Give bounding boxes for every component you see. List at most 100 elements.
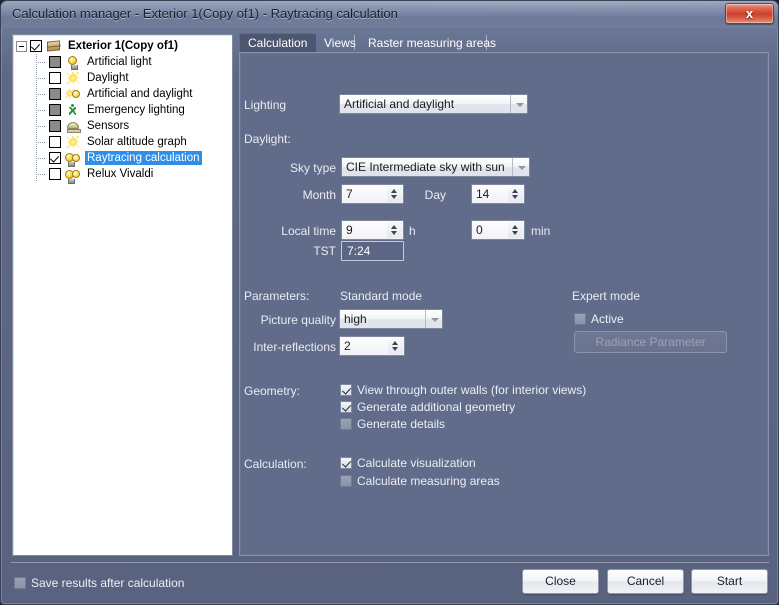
tree-root-checkbox[interactable] [30, 40, 42, 52]
sky-type-label: Sky type [289, 161, 336, 175]
geometry-group-label: Geometry: [244, 384, 301, 398]
bulb-and-sun-icon [65, 87, 81, 102]
month-label: Month [302, 188, 336, 202]
geometry-option-view-through-outer-walls[interactable]: View through outer walls (for interior v… [340, 383, 586, 397]
tab-views[interactable]: Views [315, 33, 365, 53]
dialog-footer: Save results after calculation Close Can… [1, 562, 778, 604]
minutes-stepper[interactable] [508, 222, 523, 238]
tree-item-solar-altitude-graph[interactable]: Solar altitude graph [13, 134, 232, 150]
tree-item-label: Daylight [87, 72, 129, 84]
radiance-parameter-button: Radiance Parameter [574, 331, 727, 353]
month-spinner[interactable]: 7 [341, 184, 404, 204]
chevron-down-icon[interactable] [510, 95, 527, 113]
tree-item-emergency-lighting[interactable]: Emergency lighting [13, 102, 232, 118]
checkbox-box [14, 577, 26, 589]
local-time-spinner[interactable]: 9 [341, 220, 404, 240]
picture-quality-label: Picture quality [260, 313, 336, 327]
tree-item-label: Artificial light [87, 56, 152, 68]
geometry-option-generate-additional-geometry[interactable]: Generate additional geometry [340, 400, 515, 414]
close-icon[interactable]: x [725, 3, 774, 24]
collapse-icon[interactable] [16, 40, 27, 52]
tree-item-artificial-light[interactable]: Artificial light [13, 54, 232, 70]
bulb-pair-icon [65, 151, 81, 167]
picture-quality-value: high [344, 312, 367, 326]
tree-item-checkbox[interactable] [49, 88, 61, 100]
day-spinner[interactable]: 14 [471, 184, 525, 204]
project-tree[interactable]: Exterior 1(Copy of1) Artificial light Da… [12, 34, 233, 556]
tree-item-checkbox[interactable] [49, 120, 61, 132]
minutes-spinner[interactable]: 0 [471, 220, 525, 240]
inter-reflections-spinner[interactable]: 2 [339, 336, 405, 356]
tree-item-label: Relux Vivaldi [87, 168, 154, 180]
tree-item-relux-vivaldi[interactable]: Relux Vivaldi [13, 166, 232, 184]
standard-mode-label: Standard mode [340, 289, 423, 303]
lighting-combobox[interactable]: Artificial and daylight [339, 94, 528, 114]
calculation-tab-panel: Lighting Artificial and daylight Dayligh… [239, 52, 769, 556]
tst-label: TST [313, 244, 336, 258]
tab-calculation[interactable]: Calculation [239, 33, 317, 53]
tree-item-checkbox[interactable] [49, 72, 61, 84]
checkbox-label: View through outer walls (for interior v… [357, 383, 587, 397]
calculation-manager-window: Calculation manager - Exterior 1(Copy of… [0, 0, 779, 605]
tree-line [35, 86, 49, 102]
tree-item-checkbox[interactable] [49, 168, 61, 180]
tab-raster-measuring-areas[interactable]: Raster measuring areas [359, 33, 505, 53]
checkbox-label: Generate details [357, 417, 446, 431]
tab-strip: Calculation Views Raster measuring areas [239, 33, 769, 53]
tree-root-row[interactable]: Exterior 1(Copy of1) [13, 38, 232, 54]
minutes-unit-label: min [531, 224, 551, 238]
day-stepper[interactable] [508, 186, 523, 202]
tree-item-checkbox[interactable] [49, 136, 61, 148]
inter-reflections-label: Inter-reflections [253, 340, 336, 354]
checkbox-box [340, 418, 352, 430]
tree-item-artificial-and-daylight[interactable]: Artificial and daylight [13, 86, 232, 102]
checkbox-box [574, 313, 586, 325]
title-bar: Calculation manager - Exterior 1(Copy of… [1, 1, 778, 28]
sky-type-combobox[interactable]: CIE Intermediate sky with sun [341, 157, 530, 177]
tree-item-checkbox[interactable] [49, 104, 61, 116]
tree-item-label: Raytracing calculation [85, 151, 202, 165]
local-time-stepper[interactable] [387, 222, 402, 238]
tree-item-label: Emergency lighting [87, 104, 185, 116]
tree-item-sensors[interactable]: Sensors [13, 118, 232, 134]
tree-item-checkbox[interactable] [49, 56, 61, 68]
month-stepper[interactable] [387, 186, 402, 202]
local-time-value: 9 [346, 223, 353, 237]
close-button[interactable]: Close [522, 569, 599, 594]
tree-line [35, 150, 49, 166]
tree-line [35, 54, 49, 70]
tree-item-label: Solar altitude graph [87, 136, 187, 148]
day-label: Day [424, 188, 446, 202]
start-button[interactable]: Start [691, 569, 768, 594]
tree-item-daylight[interactable]: Daylight [13, 70, 232, 86]
checkbox-box [340, 384, 352, 396]
tree-item-checkbox[interactable] [49, 152, 61, 164]
calculation-option-calculate-measuring-areas[interactable]: Calculate measuring areas [340, 474, 500, 488]
footer-divider [11, 562, 769, 563]
lighting-label: Lighting [244, 98, 287, 112]
checkbox-label: Calculate visualization [357, 456, 476, 470]
package-icon [46, 39, 62, 54]
tree-item-label: Artificial and daylight [87, 88, 193, 100]
calculation-option-calculate-visualization[interactable]: Calculate visualization [340, 456, 476, 470]
tst-value: 7:24 [347, 244, 371, 258]
picture-quality-combobox[interactable]: high [339, 309, 443, 329]
expert-active-label: Active [591, 312, 624, 326]
tree-item-raytracing-calculation[interactable]: Raytracing calculation [13, 150, 232, 167]
tree-line [35, 102, 49, 118]
expert-mode-label: Expert mode [572, 289, 641, 303]
save-results-label: Save results after calculation [31, 576, 185, 590]
expert-active-checkbox[interactable]: Active [574, 312, 624, 326]
cancel-button[interactable]: Cancel [607, 569, 684, 594]
tree-line [35, 166, 49, 182]
save-results-checkbox[interactable]: Save results after calculation [14, 576, 184, 590]
bulb-icon [65, 55, 81, 70]
chevron-down-icon[interactable] [425, 310, 442, 328]
geometry-option-generate-details[interactable]: Generate details [340, 417, 445, 431]
inter-reflections-value: 2 [344, 339, 351, 353]
chevron-down-icon[interactable] [512, 158, 529, 176]
tree-line [35, 118, 49, 134]
checkbox-box [340, 457, 352, 469]
inter-reflections-stepper[interactable] [388, 338, 403, 354]
checkbox-box [340, 401, 352, 413]
